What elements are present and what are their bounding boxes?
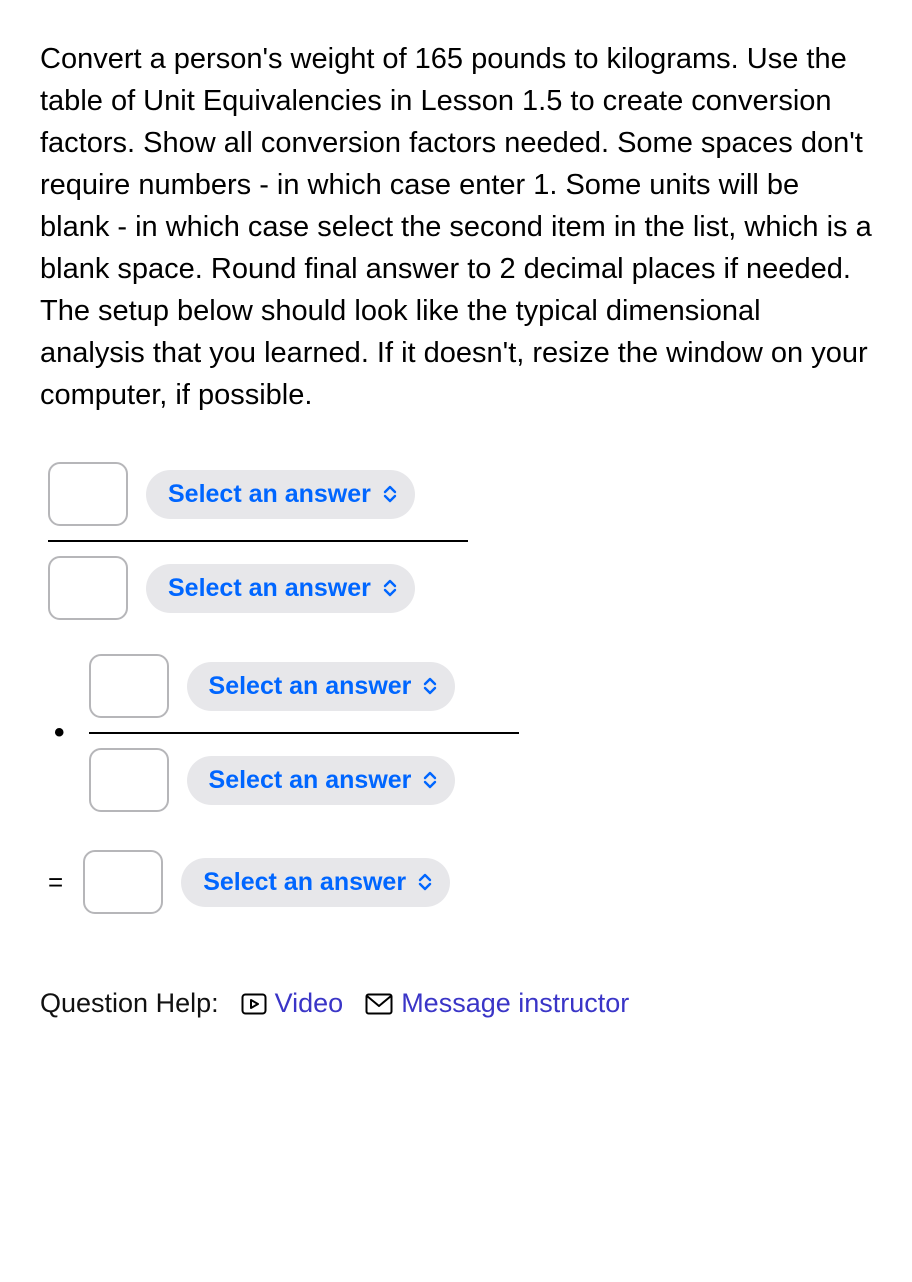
chevron-updown-icon [383, 579, 397, 597]
frac2-numerator-unit-select[interactable]: Select an answer [187, 662, 456, 710]
select-label: Select an answer [168, 570, 371, 606]
select-label: Select an answer [168, 476, 371, 512]
fraction-1: Select an answer Select an answer [48, 456, 468, 626]
chevron-updown-icon [423, 677, 437, 695]
video-help-link[interactable]: Video [241, 984, 344, 1023]
message-instructor-text: Message instructor [401, 984, 629, 1023]
dimensional-analysis-area: Select an answer Select an answer • [48, 456, 872, 914]
question-help-row: Question Help: Video Message instructor [40, 984, 872, 1023]
fraction-2-numerator: Select an answer [89, 648, 519, 724]
fraction-1-denominator: Select an answer [48, 550, 468, 626]
result-value-input[interactable] [83, 850, 163, 914]
fraction-2-bar [89, 732, 519, 734]
chevron-updown-icon [418, 873, 432, 891]
fraction-1-numerator: Select an answer [48, 456, 468, 532]
frac1-numerator-value-input[interactable] [48, 462, 128, 526]
multiply-dot: • [48, 718, 69, 748]
frac2-denominator-unit-select[interactable]: Select an answer [187, 756, 456, 804]
question-text: Convert a person's weight of 165 pounds … [40, 38, 872, 416]
equals-sign: = [48, 864, 65, 902]
video-icon [241, 993, 267, 1015]
fraction-2: Select an answer Select an answer [89, 648, 519, 818]
message-instructor-link[interactable]: Message instructor [365, 984, 629, 1023]
video-help-text: Video [275, 984, 344, 1023]
result-unit-select[interactable]: Select an answer [181, 858, 450, 906]
frac1-denominator-value-input[interactable] [48, 556, 128, 620]
fraction-2-denominator: Select an answer [89, 742, 519, 818]
fraction-1-bar [48, 540, 468, 542]
frac1-numerator-unit-select[interactable]: Select an answer [146, 470, 415, 518]
frac1-denominator-unit-select[interactable]: Select an answer [146, 564, 415, 612]
select-label: Select an answer [209, 668, 412, 704]
question-help-label: Question Help: [40, 984, 219, 1023]
chevron-updown-icon [423, 771, 437, 789]
frac2-numerator-value-input[interactable] [89, 654, 169, 718]
select-label: Select an answer [209, 762, 412, 798]
chevron-updown-icon [383, 485, 397, 503]
select-label: Select an answer [203, 864, 406, 900]
result-row: = Select an answer [48, 850, 872, 914]
frac2-denominator-value-input[interactable] [89, 748, 169, 812]
envelope-icon [365, 993, 393, 1015]
